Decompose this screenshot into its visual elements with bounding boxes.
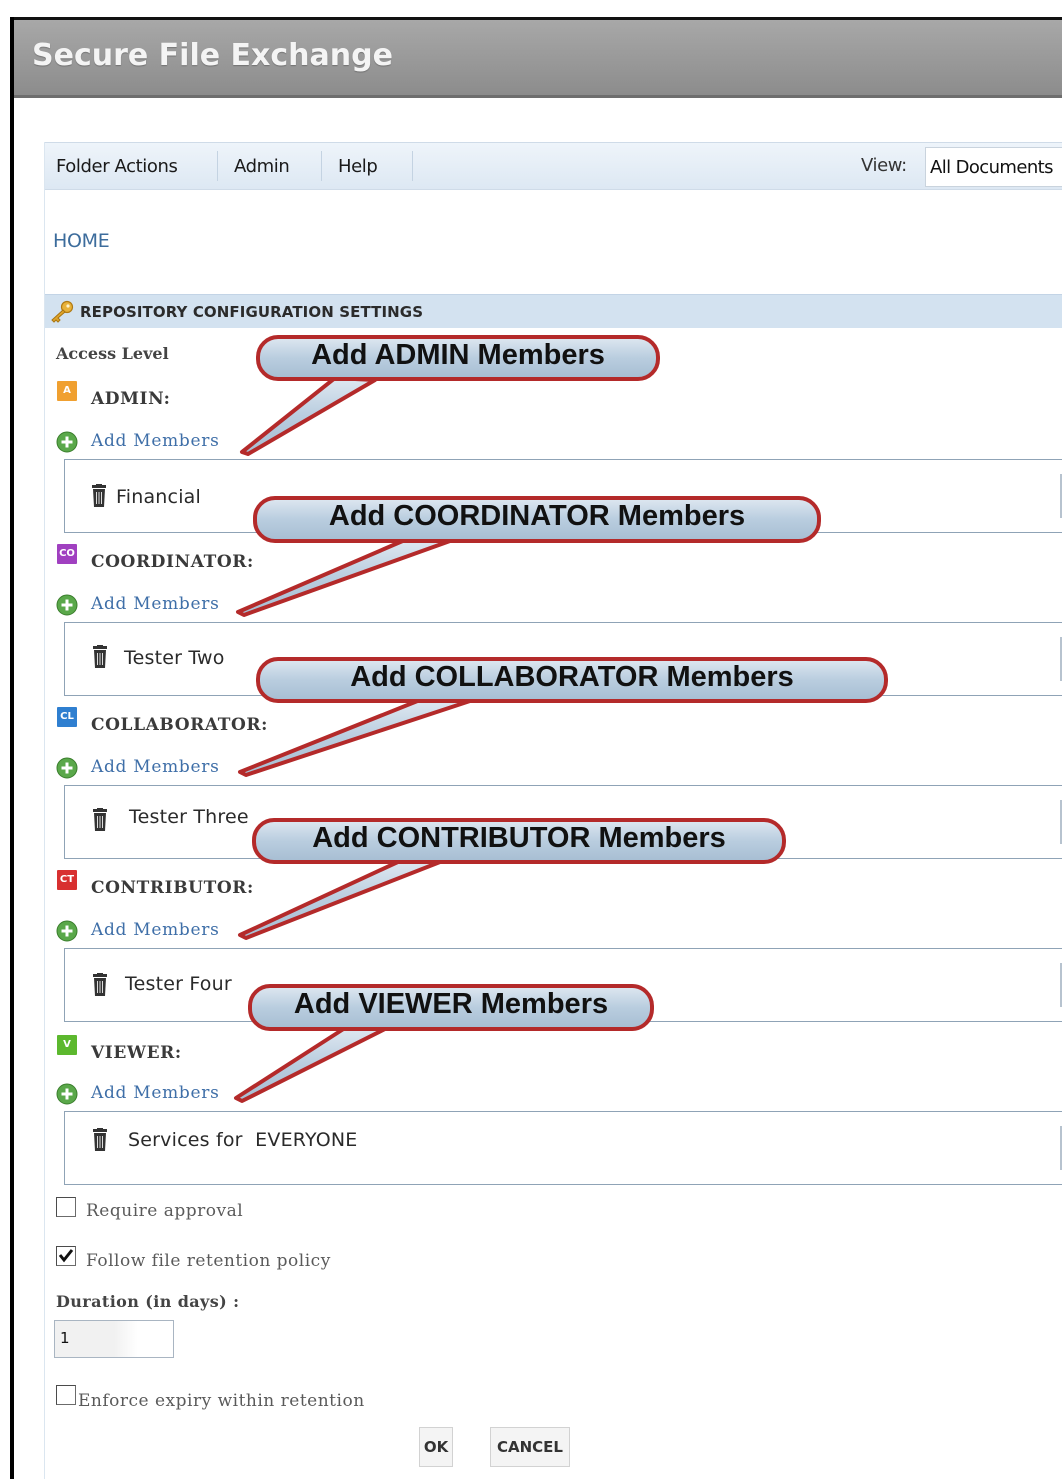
trash-icon[interactable] (90, 645, 110, 669)
menu-separator (412, 151, 413, 181)
add-members-label: Add Members (91, 431, 220, 451)
callout-coordinator-text: Add COORDINATOR Members (328, 500, 746, 532)
plus-circle-icon (56, 757, 78, 779)
section-title: REPOSITORY CONFIGURATION SETTINGS (80, 303, 424, 321)
access-level-label: Access Level (56, 344, 169, 363)
plus-circle-icon (56, 920, 78, 942)
coordinator-role-badge: CO (57, 544, 77, 564)
member-name: Tester Two (124, 647, 225, 669)
viewer-role-badge: V (57, 1035, 77, 1055)
plus-circle-icon (56, 594, 78, 616)
callout-admin-text: Add ADMIN Members (311, 339, 605, 371)
add-members-label: Add Members (91, 757, 220, 777)
plus-circle-icon (56, 431, 78, 453)
add-members-label: Add Members (91, 1083, 220, 1103)
member-name: Tester Three (129, 806, 249, 828)
enforce-expiry-label: Enforce expiry within retention (78, 1391, 365, 1411)
require-approval-checkbox[interactable] (56, 1197, 76, 1217)
key-icon (51, 300, 74, 323)
member-name: Financial (116, 486, 201, 508)
content-left-rule (44, 142, 45, 1479)
coordinator-role-label: COORDINATOR: (91, 552, 254, 572)
admin-role-badge: A (57, 381, 77, 401)
follow-retention-label: Follow file retention policy (86, 1251, 331, 1271)
enforce-expiry-checkbox[interactable] (56, 1385, 76, 1405)
menu-help[interactable]: Help (338, 156, 378, 177)
collaborator-role-badge: CL (57, 707, 77, 727)
menu-separator (321, 151, 322, 181)
app-header: Secure File Exchange (14, 20, 1062, 98)
contributor-role-label: CONTRIBUTOR: (91, 878, 254, 898)
member-name: Services for EVERYONE (128, 1129, 358, 1151)
cancel-button[interactable]: CANCEL (490, 1427, 570, 1467)
view-select[interactable]: All Documents (925, 147, 1062, 187)
trash-icon[interactable] (90, 973, 110, 997)
admin-role-label: ADMIN: (91, 389, 171, 409)
plus-circle-icon (56, 1083, 78, 1105)
trash-icon[interactable] (90, 808, 110, 832)
menu-bar: Folder Actions Admin Help View: All Docu… (45, 142, 1062, 190)
follow-retention-checkbox[interactable] (56, 1246, 76, 1266)
checkmark-icon (58, 1249, 74, 1263)
require-approval-label: Require approval (86, 1201, 244, 1221)
viewer-role-label: VIEWER: (91, 1043, 182, 1063)
ok-button[interactable]: OK (419, 1427, 453, 1467)
callout-viewer-text: Add VIEWER Members (293, 988, 609, 1020)
breadcrumb-home[interactable]: HOME (53, 230, 110, 252)
menu-folder-actions[interactable]: Folder Actions (56, 156, 178, 177)
contributor-role-badge: CT (57, 870, 77, 890)
collaborator-role-label: COLLABORATOR: (91, 715, 268, 735)
menu-admin[interactable]: Admin (234, 156, 290, 177)
trash-icon[interactable] (89, 484, 109, 508)
add-members-label: Add Members (91, 594, 220, 614)
add-members-label: Add Members (91, 920, 220, 940)
menu-separator (217, 151, 218, 181)
viewer-member-list: Services for EVERYONE (64, 1111, 1062, 1185)
callout-contributor-text: Add CONTRIBUTOR Members (312, 822, 726, 854)
callout-collaborator-text: Add COLLABORATOR Members (350, 661, 794, 693)
section-header: REPOSITORY CONFIGURATION SETTINGS (45, 294, 1062, 328)
duration-input[interactable]: 1 (54, 1320, 174, 1358)
view-label: View: (861, 155, 907, 176)
main-content: Folder Actions Admin Help View: All Docu… (14, 98, 1062, 1479)
trash-icon[interactable] (90, 1128, 110, 1152)
duration-label: Duration (in days) : (56, 1292, 240, 1311)
app-title: Secure File Exchange (32, 38, 393, 73)
member-name: Tester Four (125, 973, 232, 995)
